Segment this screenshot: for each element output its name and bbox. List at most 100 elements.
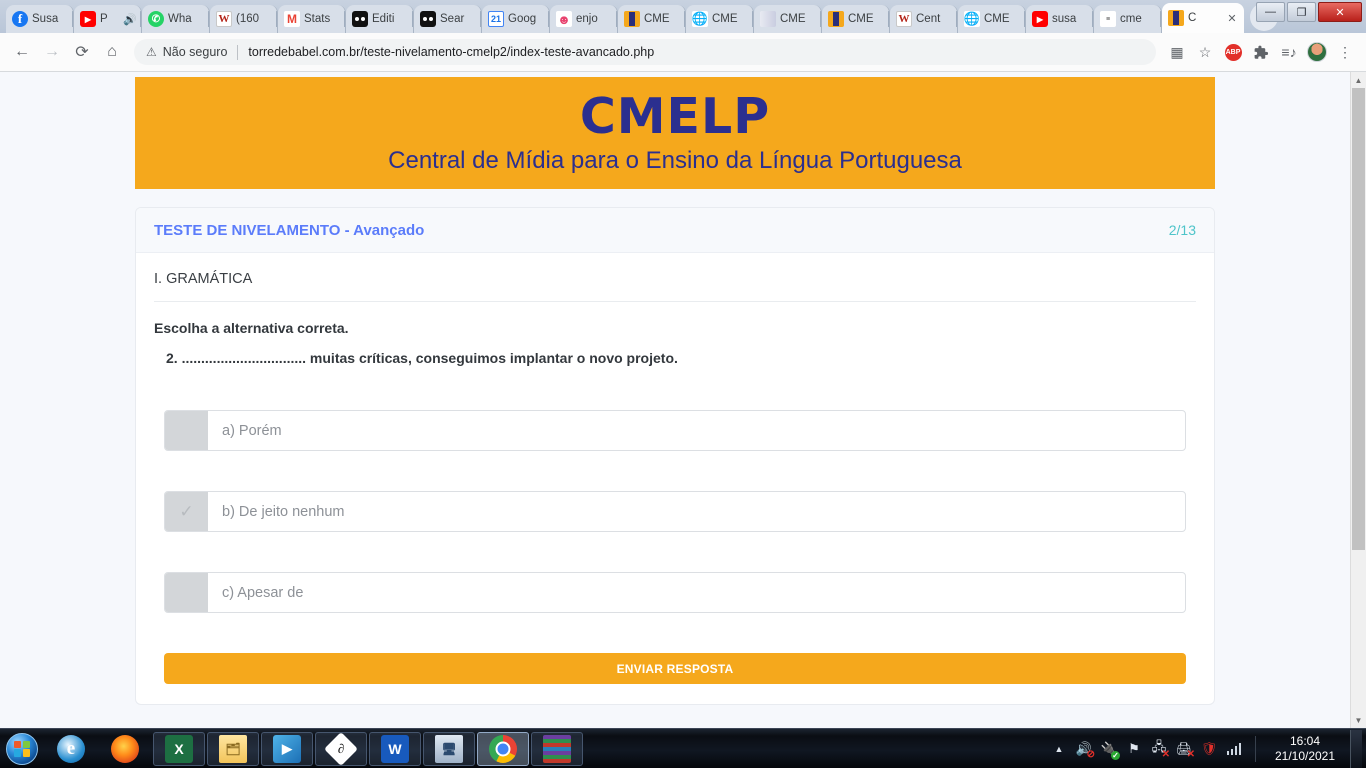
reload-button[interactable]: ⟳ [68, 38, 96, 66]
cmelp-icon [624, 11, 640, 27]
qr-code-icon[interactable]: ▦ [1164, 39, 1190, 65]
taskbar-internet-explorer-icon[interactable]: e [45, 732, 97, 766]
flag-action-center-icon[interactable]: ⚑ [1126, 741, 1142, 757]
option-label-b: b) De jeito nenhum [222, 503, 345, 520]
tab-title: C [1188, 12, 1197, 24]
quiz-card: TESTE DE NIVELAMENTO - Avançado 2/13 I. … [135, 207, 1215, 705]
taskbar-winrar-icon[interactable] [531, 731, 583, 766]
chrome-menu-icon[interactable]: ⋮ [1332, 39, 1358, 65]
address-bar[interactable]: ⚠ Não seguro torredebabel.com.br/teste-n… [134, 39, 1156, 65]
cmelp-icon [828, 11, 844, 27]
taskbar-chrome-icon[interactable] [477, 731, 529, 766]
question-text: 2. ................................ muit… [166, 350, 678, 366]
network-error-badge: ✕ [1161, 748, 1170, 760]
page-title: TESTE DE NIVELAMENTO - Avançado [154, 221, 425, 239]
submit-answer-button[interactable]: ENVIAR RESPOSTA [164, 653, 1186, 684]
tab-title: Susa [32, 13, 59, 25]
adblock-plus-icon[interactable]: ABP [1220, 39, 1246, 65]
vertical-scrollbar[interactable]: ▲ ▼ [1350, 72, 1366, 728]
globe-icon: 🌐 [692, 11, 708, 27]
forward-button[interactable]: → [38, 38, 66, 66]
answer-option-c[interactable]: c) Apesar de [164, 572, 1186, 613]
option-label-a: a) Porém [222, 422, 282, 439]
browser-tab[interactable]: ▶ susa [1026, 5, 1094, 33]
browser-tab-active[interactable]: C ✕ [1162, 3, 1244, 33]
browser-tab[interactable]: ☻ enjo [550, 5, 618, 33]
printer-error-icon[interactable]: 🖨 ✕ [1176, 741, 1195, 760]
browser-tab[interactable]: M Stats [278, 5, 346, 33]
browser-tab[interactable]: W Cent [890, 5, 958, 33]
youtube-icon: ▶ [80, 11, 96, 27]
browser-tab[interactable]: 🌐 CME [686, 5, 754, 33]
answer-option-a[interactable]: a) Porém [164, 410, 1186, 451]
browser-tab[interactable]: Editi [346, 5, 414, 33]
browser-tab[interactable]: CME [754, 5, 822, 33]
browser-tab[interactable]: ▶ P 🔊 [74, 5, 142, 33]
signal-bars-icon[interactable] [1226, 741, 1242, 757]
browser-tab[interactable]: Sear [414, 5, 482, 33]
volume-muted-icon[interactable]: 🔊 ⊘ [1076, 741, 1095, 760]
browser-tab[interactable]: CME [618, 5, 686, 33]
scroll-down-icon[interactable]: ▼ [1351, 712, 1366, 728]
option-checkbox-b[interactable]: ✓ [165, 492, 208, 531]
taskbar-remote-desktop-icon[interactable]: 🖥 [423, 731, 475, 766]
word-icon: W [896, 11, 912, 27]
browser-tab[interactable]: 🌐 CME [958, 5, 1026, 33]
globe-icon: 🌐 [964, 11, 980, 27]
start-button[interactable] [0, 730, 44, 768]
home-button[interactable]: ⌂ [98, 38, 126, 66]
url-text: torredebabel.com.br/teste-nivelamento-cm… [248, 45, 655, 59]
answer-options: a) Porém ✓ b) De jeito nenhum c) Apesar … [154, 410, 1196, 613]
scrollbar-track[interactable] [1351, 88, 1366, 712]
taskbar-media-player-icon[interactable]: ▶ [261, 731, 313, 766]
back-button[interactable]: ← [8, 38, 36, 66]
site-banner: CMELP Central de Mídia para o Ensino da … [135, 77, 1215, 189]
tab-audio-icon[interactable]: 🔊 [123, 13, 137, 26]
usb-safe-remove-icon[interactable]: 🔌 ✓ [1101, 741, 1120, 760]
question-counter: 2/13 [1168, 222, 1196, 238]
profile-avatar-icon[interactable] [1304, 39, 1330, 65]
black-dots-icon [352, 11, 368, 27]
scrollbar-thumb[interactable] [1352, 88, 1365, 550]
browser-tab[interactable]: 21 Goog [482, 5, 550, 33]
browser-tab[interactable]: ✆ Wha [142, 5, 210, 33]
browser-tab[interactable]: CME [822, 5, 890, 33]
gmail-icon: M [284, 11, 300, 27]
show-hidden-icons-icon[interactable]: ▲ [1051, 741, 1067, 757]
minimize-button[interactable]: — [1256, 2, 1285, 22]
security-status-label: Não seguro [162, 45, 228, 59]
divider [237, 44, 239, 60]
taskbar-firefox-icon[interactable] [99, 732, 151, 766]
answer-option-b[interactable]: ✓ b) De jeito nenhum [164, 491, 1186, 532]
close-icon[interactable]: ✕ [1226, 12, 1238, 25]
bookmark-star-icon[interactable]: ☆ [1192, 39, 1218, 65]
chrome-icon [489, 734, 517, 763]
taskbar-file-explorer-icon[interactable]: 🗂 [207, 731, 259, 766]
taskbar-word-icon[interactable]: W [369, 731, 421, 766]
taskbar-excel-icon[interactable]: X [153, 731, 205, 766]
show-desktop-button[interactable] [1350, 729, 1362, 768]
taskbar-diamond-app-icon[interactable]: ∂ [315, 731, 367, 766]
taskbar-clock[interactable]: 16:04 21/10/2021 [1269, 734, 1341, 764]
extensions-puzzle-icon[interactable] [1248, 39, 1274, 65]
word-icon: W [381, 734, 409, 763]
option-checkbox-a[interactable] [165, 411, 208, 450]
avatar [1307, 42, 1327, 62]
reading-list-icon[interactable]: ≡♪ [1276, 39, 1302, 65]
close-window-button[interactable]: ✕ [1318, 2, 1362, 22]
maximize-button[interactable]: ❐ [1287, 2, 1316, 22]
media-player-icon: ▶ [273, 734, 301, 763]
omnibox-toolbar: ← → ⟳ ⌂ ⚠ Não seguro torredebabel.com.br… [0, 33, 1366, 72]
browser-tab[interactable]: f Susa [6, 5, 74, 33]
remote-desktop-icon: 🖥 [435, 734, 463, 763]
browser-tab[interactable]: W (160 [210, 5, 278, 33]
option-checkbox-c[interactable] [165, 573, 208, 612]
tab-title: (160 [236, 13, 260, 25]
network-disconnected-icon[interactable]: 🖧 ✕ [1151, 739, 1170, 760]
adblock-plus-badge: ABP [1224, 43, 1242, 61]
security-shield-icon[interactable]: 🛡 [1201, 741, 1218, 757]
quiz-card-header: TESTE DE NIVELAMENTO - Avançado 2/13 [136, 208, 1214, 253]
browser-tab[interactable]: ≡ cme [1094, 5, 1162, 33]
scroll-up-icon[interactable]: ▲ [1351, 72, 1366, 88]
not-secure-warning-icon: ⚠ [146, 45, 157, 59]
